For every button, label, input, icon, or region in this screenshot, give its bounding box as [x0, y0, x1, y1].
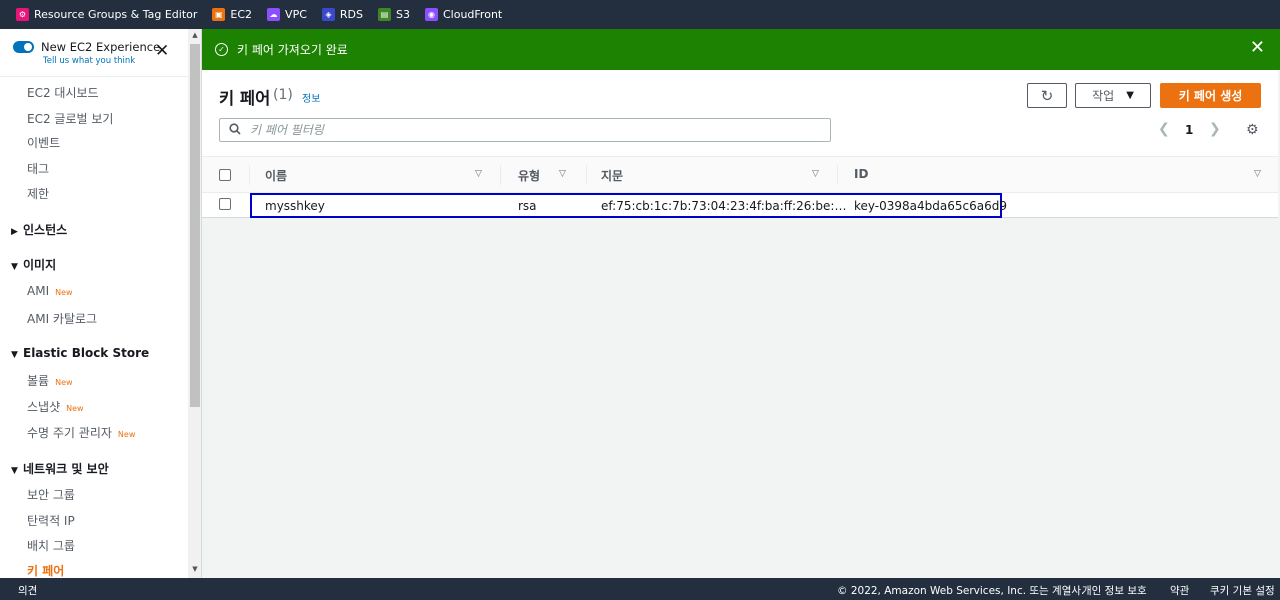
sort-icon[interactable]: ▽ [475, 169, 482, 179]
caret-down-icon: ▼ [1126, 90, 1134, 101]
page-title: 키 페어 [219, 89, 271, 108]
column-name[interactable]: 이름 [265, 167, 287, 184]
caret-down-icon: ▼ [11, 350, 18, 360]
cloudfront-icon: ◉ [424, 8, 438, 21]
new-badge: New [66, 404, 84, 413]
sidebar-item-tags[interactable]: 태그 [27, 160, 49, 177]
gear-icon[interactable]: ⚙ [1246, 122, 1259, 138]
column-type[interactable]: 유형 [518, 167, 540, 184]
favorite-s3[interactable]: ▤ S3 [378, 8, 410, 21]
console-footer: 의견 © 2022, Amazon Web Services, Inc. 또는 … [0, 578, 1280, 600]
select-all-checkbox[interactable] [219, 169, 231, 181]
row-checkbox[interactable] [219, 198, 231, 210]
search-input[interactable] [250, 123, 810, 137]
rds-icon: ◈ [321, 8, 335, 21]
favorite-cloudfront[interactable]: ◉ CloudFront [424, 8, 502, 21]
feedback-link[interactable]: Tell us what you think [43, 56, 135, 66]
new-experience-title: New EC2 Experience [41, 40, 161, 54]
favorite-vpc[interactable]: ☁ VPC [267, 8, 307, 21]
sort-icon[interactable]: ▽ [1254, 169, 1261, 179]
cell-type: rsa [518, 199, 537, 213]
cell-fingerprint: ef:75:cb:1c:7b:73:04:23:4f:ba:ff:26:be:… [601, 199, 847, 213]
favorite-ec2[interactable]: ▣ EC2 [212, 8, 252, 21]
sidebar-item-snapshots[interactable]: 스냅샷 New [27, 398, 84, 415]
sidebar-item-security-groups[interactable]: 보안 그룹 [27, 486, 75, 503]
refresh-button[interactable]: ↻ [1027, 83, 1067, 108]
sidebar-section-network[interactable]: ▼ 네트워크 및 보안 [11, 460, 109, 477]
check-circle-icon: ✓ [215, 43, 228, 56]
table-header: 이름 ▽ 유형 ▽ 지문 ▽ ID ▽ [202, 156, 1278, 193]
sidebar-item-placement-groups[interactable]: 배치 그룹 [27, 537, 75, 554]
sidebar-item-volumes[interactable]: 볼륨 New [27, 372, 73, 389]
chevron-left-icon[interactable]: ❮ [1158, 121, 1170, 137]
s3-icon: ▤ [378, 8, 391, 21]
copyright-text: © 2022, Amazon Web Services, Inc. 또는 계열사… [837, 585, 1085, 597]
column-id[interactable]: ID [854, 167, 868, 181]
column-fingerprint[interactable]: 지문 [601, 167, 623, 184]
sidebar-section-images[interactable]: ▼ 이미지 [11, 256, 56, 273]
item-count: (1) [273, 87, 293, 103]
main-content: 키 페어 (1) 정보 ↻ 작업▼ 키 페어 생성 ❮ 1 ❯ ⚙ 이름 ▽ 유… [202, 70, 1280, 578]
sidebar-scroll-thumb[interactable] [190, 44, 200, 407]
sidebar-item-events[interactable]: 이벤트 [27, 134, 60, 151]
sort-icon[interactable]: ▽ [812, 169, 819, 179]
caret-down-icon: ▼ [11, 466, 18, 476]
table-row[interactable]: mysshkey rsa ef:75:cb:1c:7b:73:04:23:4f:… [202, 193, 1278, 218]
vpc-icon: ☁ [267, 8, 281, 21]
sidebar-item-ami-catalog[interactable]: AMI 카탈로그 [27, 310, 97, 327]
caret-down-icon: ▼ [11, 262, 18, 272]
flash-message: 키 페어 가져오기 완료 [237, 43, 348, 57]
new-badge: New [55, 378, 73, 387]
favorite-resource-groups[interactable]: ⚙ Resource Groups & Tag Editor [16, 8, 197, 21]
search-icon [220, 122, 250, 138]
sort-icon[interactable]: ▽ [559, 169, 566, 179]
sidebar-section-ebs[interactable]: ▼ Elastic Block Store [11, 346, 149, 360]
info-link[interactable]: 정보 [302, 90, 320, 105]
resource-groups-icon: ⚙ [16, 8, 29, 21]
filter-search [219, 118, 831, 142]
cell-name: mysshkey [265, 199, 325, 213]
new-experience-toggle[interactable] [13, 41, 34, 53]
new-badge: New [117, 430, 136, 439]
cookie-preferences-link[interactable]: 쿠키 기본 설정 [1210, 583, 1275, 598]
sidebar-item-elastic-ips[interactable]: 탄력적 IP [27, 512, 75, 529]
chevron-right-icon[interactable]: ❯ [1209, 121, 1221, 137]
sidebar-item-ec2-global-view[interactable]: EC2 글로벌 보기 [27, 110, 113, 127]
caret-right-icon: ▶ [11, 227, 18, 237]
cell-id: key-0398a4bda65c6a6d9 [854, 199, 1007, 213]
scroll-down-icon[interactable]: ▼ [190, 565, 200, 573]
ec2-icon: ▣ [212, 8, 226, 21]
new-badge: New [55, 288, 73, 297]
services-favorites-bar: ⚙ Resource Groups & Tag Editor ▣ EC2 ☁ VPC … [0, 0, 1280, 29]
refresh-icon: ↻ [1040, 86, 1054, 105]
page-number[interactable]: 1 [1185, 123, 1193, 137]
sidebar-section-instances[interactable]: ▶ 인스턴스 [11, 221, 67, 238]
sidebar-item-lifecycle-manager[interactable]: 수명 주기 관리자 New [27, 424, 135, 441]
privacy-link[interactable]: 개인 정보 보호 [1082, 583, 1147, 598]
sidebar: New EC2 Experience Tell us what you thin… [0, 29, 202, 578]
new-experience-header: New EC2 Experience Tell us what you thin… [0, 29, 201, 77]
actions-button[interactable]: 작업 ▼ [1075, 83, 1151, 108]
sidebar-item-ami[interactable]: AMI New [27, 284, 73, 298]
sidebar-item-key-pairs[interactable]: 키 페어 [27, 562, 64, 578]
sidebar-item-limits[interactable]: 제한 [27, 185, 49, 202]
success-flashbar: ✓ 키 페어 가져오기 완료 ✕ [202, 29, 1280, 70]
sidebar-item-ec2-dashboard[interactable]: EC2 대시보드 [27, 84, 99, 101]
terms-link[interactable]: 약관 [1170, 583, 1189, 598]
close-icon[interactable]: ✕ [1250, 39, 1265, 57]
key-pairs-table-container: 키 페어 (1) 정보 ↻ 작업▼ 키 페어 생성 ❮ 1 ❯ ⚙ 이름 ▽ 유… [202, 70, 1278, 218]
scroll-up-icon[interactable]: ▲ [190, 31, 200, 39]
close-icon[interactable]: ✕ [155, 43, 169, 60]
favorite-rds[interactable]: ◈ RDS [321, 8, 363, 21]
create-key-pair-button[interactable]: 키 페어 생성 [1160, 83, 1261, 108]
feedback-link[interactable]: 의견 [18, 583, 37, 598]
